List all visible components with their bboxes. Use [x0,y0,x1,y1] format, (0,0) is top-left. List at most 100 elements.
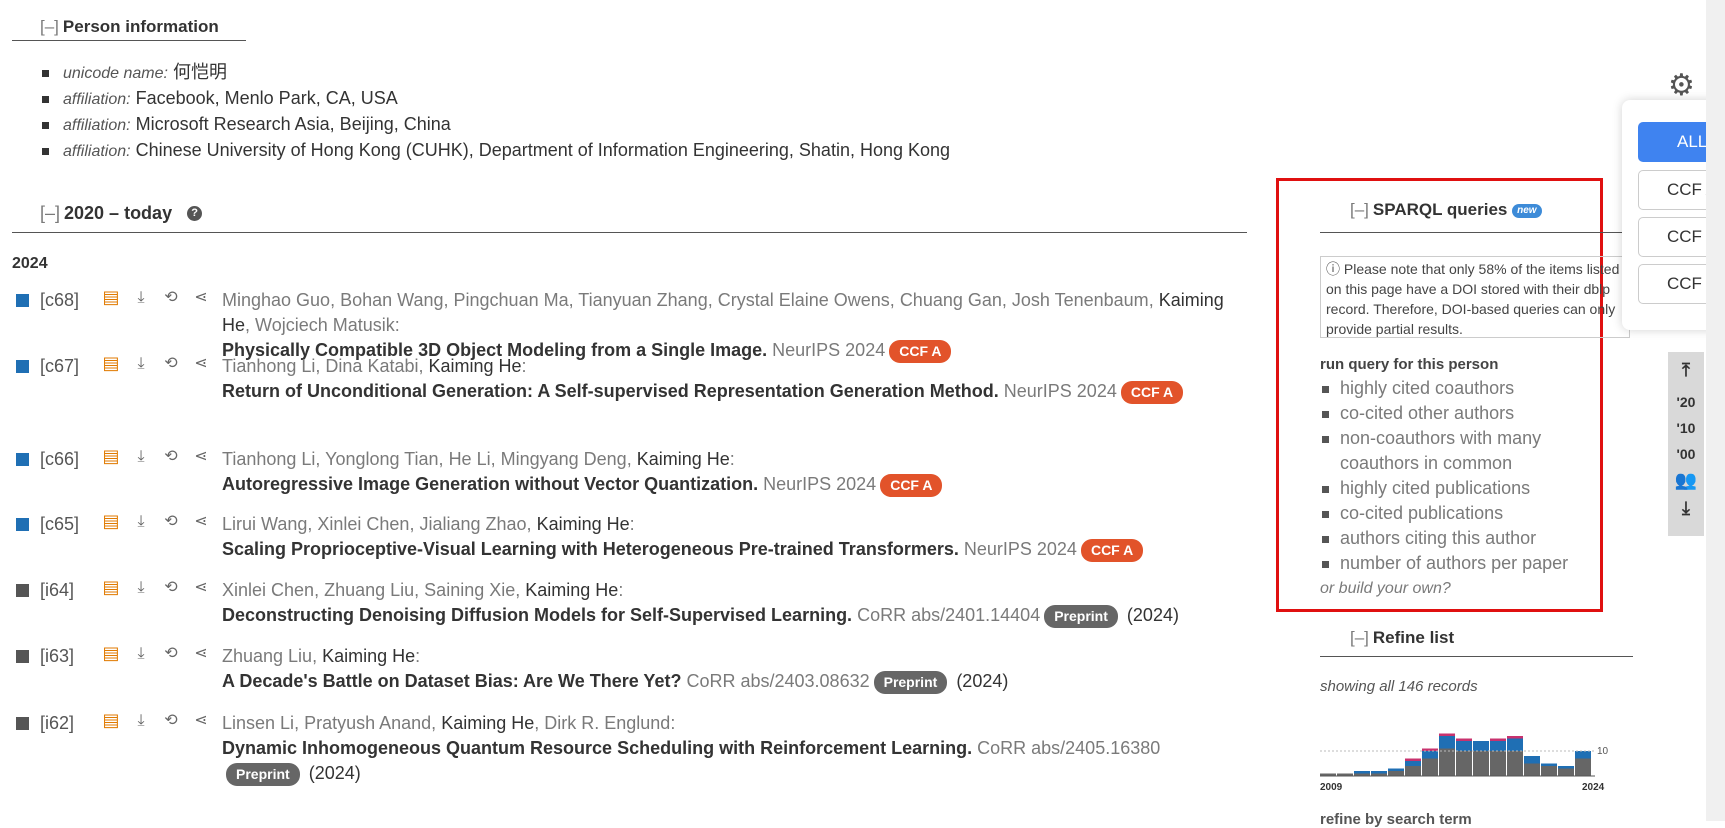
chart-bar[interactable] [1575,751,1591,759]
venue[interactable]: NeurIPS 2024 [964,539,1077,559]
chart-bar[interactable] [1541,766,1557,776]
refine-toggle[interactable]: [–] [1350,628,1369,647]
query-link[interactable]: authors citing this author [1320,526,1610,551]
author-link[interactable]: Kaiming He [429,356,522,376]
author-link[interactable]: Zhuang Liu [324,580,414,600]
chart-bar[interactable] [1456,751,1472,776]
chart-bar[interactable] [1439,748,1455,777]
author-link[interactable]: Crystal Elaine Owens [718,290,890,310]
venue[interactable]: CoRR abs/2405.16380 [977,738,1160,758]
chart-bar[interactable] [1456,738,1472,742]
download-icon[interactable]: ⤓ [131,445,151,467]
author-link[interactable]: Kaiming He [322,646,415,666]
share-icon[interactable]: ⋖ [191,445,211,467]
query-link[interactable]: highly cited publications [1320,476,1610,501]
chart-bar[interactable] [1405,758,1421,762]
author-link[interactable]: Pratyush Anand [304,713,431,733]
download-icon[interactable]: ⤓ [131,352,151,374]
search-icon[interactable]: ⟲ [161,709,181,731]
chart-bar[interactable] [1507,751,1523,776]
chart-bar[interactable] [1490,738,1506,742]
chart-bar[interactable] [1371,771,1387,774]
section-toggle[interactable]: [–] [40,203,60,223]
chart-bar[interactable] [1490,741,1506,751]
venue[interactable]: CoRR abs/2401.14404 [857,605,1040,625]
chart-bar[interactable] [1473,741,1489,751]
author-link[interactable]: Kaiming He [525,580,618,600]
download-icon[interactable]: ⤓ [131,642,151,664]
author-link[interactable]: Kaiming He [637,449,730,469]
author-link[interactable]: Dina Katabi [325,356,418,376]
chart-bar[interactable] [1405,766,1421,776]
chart-bar[interactable] [1422,751,1438,759]
search-icon[interactable]: ⟲ [161,576,181,598]
build-own-link[interactable]: or build your own? [1320,580,1451,598]
chart-bar[interactable] [1524,763,1540,777]
search-icon[interactable]: ⟲ [161,445,181,467]
author-link[interactable]: Wojciech Matusik [255,315,395,335]
share-icon[interactable]: ⋖ [191,286,211,308]
download-icon[interactable]: ⤓ [131,510,151,532]
query-link[interactable]: co-cited publications [1320,501,1610,526]
share-icon[interactable]: ⋖ [191,352,211,374]
chart-bar[interactable] [1388,771,1404,776]
author-link[interactable]: Minghao Guo [222,290,330,310]
author-link[interactable]: Josh Tenenbaum [1012,290,1149,310]
chart-bar[interactable] [1541,763,1557,767]
author-link[interactable]: Tianhong Li [222,449,315,469]
author-link[interactable]: Xinlei Chen [222,580,314,600]
author-link[interactable]: Chuang Gan [900,290,1002,310]
publication-year-chart[interactable]: 2009 2024 10 [1320,720,1620,795]
author-link[interactable]: Tianyuan Zhang [578,290,707,310]
author-link[interactable]: Bohan Wang [340,290,443,310]
chart-bar[interactable] [1558,768,1574,777]
chart-bar[interactable] [1473,751,1489,776]
coauthors-icon[interactable]: 👥 [1668,470,1704,491]
search-icon[interactable]: ⟲ [161,642,181,664]
venue[interactable]: NeurIPS 2024 [763,474,876,494]
download-icon[interactable]: ⤓ [131,286,151,308]
venue[interactable]: CoRR abs/2403.08632 [686,671,869,691]
search-icon[interactable]: ⟲ [161,352,181,374]
author-link[interactable]: Jialiang Zhao [419,514,526,534]
help-icon[interactable]: ? [187,206,203,221]
sparql-toggle[interactable]: [–] [1350,200,1369,219]
share-icon[interactable]: ⋖ [191,510,211,532]
chart-bar[interactable] [1575,758,1591,777]
jump-top-icon[interactable]: ⤒ [1668,360,1704,381]
chart-bar[interactable] [1439,736,1455,749]
jump-2010-link[interactable]: '10 [1668,420,1704,436]
query-link[interactable]: co-cited other authors [1320,401,1610,426]
chart-bar[interactable] [1507,736,1523,739]
share-icon[interactable]: ⋖ [191,709,211,731]
author-link[interactable]: Xinlei Chen [317,514,409,534]
query-link[interactable]: highly cited coauthors [1320,376,1610,401]
electronic-edition-icon[interactable]: ▤ [101,445,121,467]
download-icon[interactable]: ⤓ [131,576,151,598]
author-link[interactable]: He Li [449,449,491,469]
chart-bar[interactable] [1354,771,1370,774]
chart-bar[interactable] [1490,751,1506,776]
query-link[interactable]: number of authors per paper [1320,551,1610,576]
electronic-edition-icon[interactable]: ▤ [101,709,121,731]
person-info-toggle[interactable]: [–] [40,17,59,36]
chart-bar[interactable] [1558,766,1574,769]
author-link[interactable]: Pingchuan Ma [454,290,569,310]
author-link[interactable]: Zhuang Liu [222,646,312,666]
query-link[interactable]: non-coauthors with many coauthors in com… [1320,426,1610,476]
electronic-edition-icon[interactable]: ▤ [101,576,121,598]
chart-bar[interactable] [1524,756,1540,764]
author-link[interactable]: Linsen Li [222,713,294,733]
download-icon[interactable]: ⤓ [131,709,151,731]
electronic-edition-icon[interactable]: ▤ [101,352,121,374]
electronic-edition-icon[interactable]: ▤ [101,286,121,308]
chart-bar[interactable] [1405,761,1421,766]
author-link[interactable]: Saining Xie [424,580,515,600]
search-icon[interactable]: ⟲ [161,510,181,532]
author-link[interactable]: Mingyang Deng [501,449,627,469]
jump-2000-link[interactable]: '00 [1668,446,1704,462]
chart-bar[interactable] [1507,738,1523,752]
venue[interactable]: NeurIPS 2024 [1004,381,1117,401]
jump-bottom-icon[interactable]: ⤓ [1668,498,1704,519]
search-icon[interactable]: ⟲ [161,286,181,308]
